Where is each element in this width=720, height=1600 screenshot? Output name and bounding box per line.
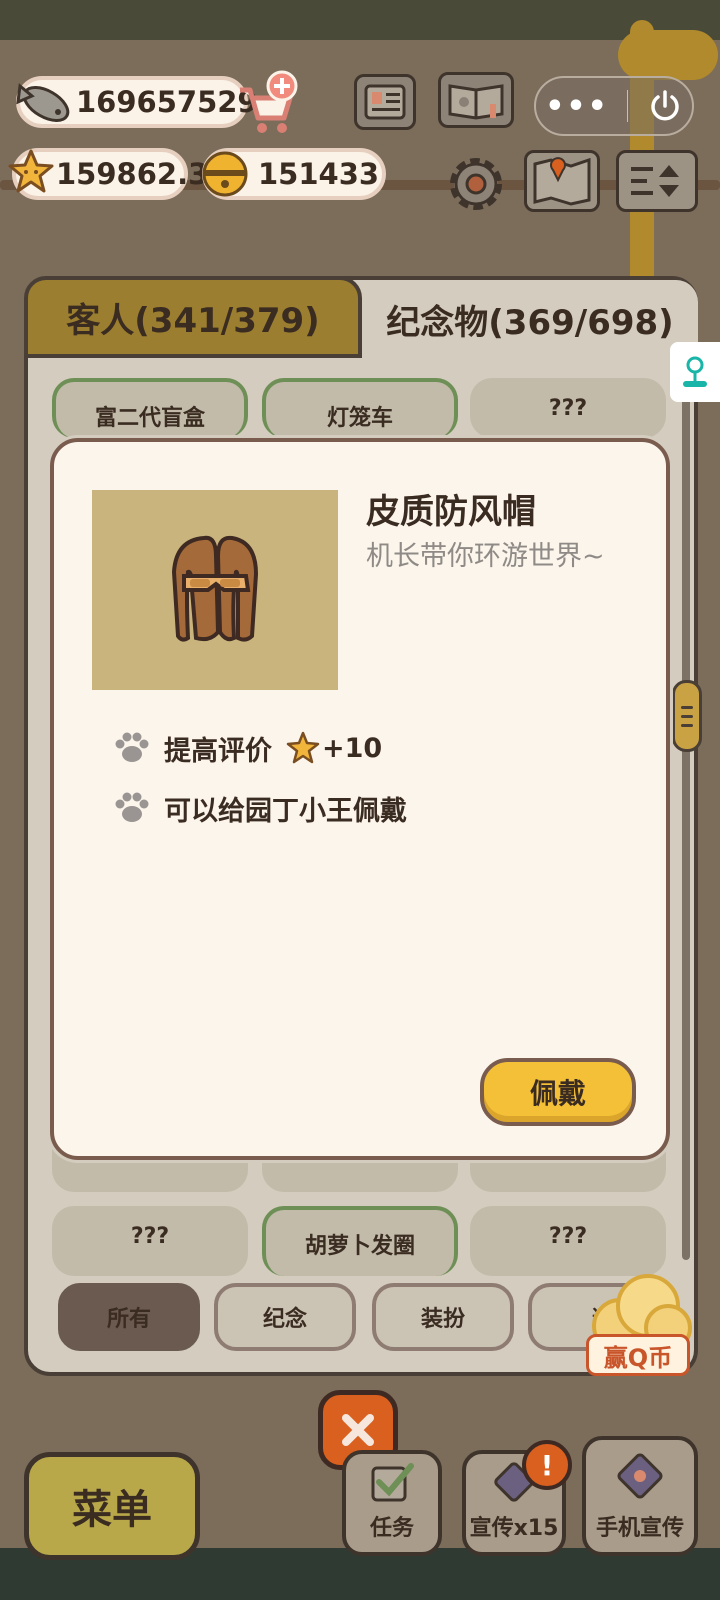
gear-icon[interactable] xyxy=(444,152,508,216)
scroll-handle[interactable] xyxy=(672,680,702,752)
grid-card-label: ??? xyxy=(548,396,588,421)
promo-label: 宣传x15 xyxy=(469,1516,559,1541)
grid-card[interactable]: 灯笼车 xyxy=(262,378,458,438)
grid-card[interactable]: 胡萝卜发圈 xyxy=(262,1206,458,1276)
item-thumbnail xyxy=(92,490,338,690)
mini-program-capsule: ••• xyxy=(534,76,694,136)
star-icon xyxy=(286,731,320,764)
tasks-button[interactable]: 任务 xyxy=(342,1450,442,1556)
book-icon xyxy=(448,84,504,120)
paw-icon xyxy=(115,792,149,822)
filter-costume[interactable]: 装扮 xyxy=(372,1283,514,1351)
notebook-button[interactable] xyxy=(354,74,416,130)
close-icon xyxy=(342,1414,374,1446)
background-rope-knot xyxy=(618,30,718,80)
status-bar-bg xyxy=(0,0,720,40)
star-icon xyxy=(8,149,54,193)
map-button[interactable] xyxy=(524,150,600,212)
map-icon xyxy=(533,157,591,206)
notebook-icon xyxy=(364,84,406,120)
tasks-label: 任务 xyxy=(369,1516,414,1541)
grid-card[interactable]: 富二代盲盒 xyxy=(52,378,248,438)
side-float-widget[interactable] xyxy=(670,342,720,402)
more-icon[interactable]: ••• xyxy=(545,89,609,124)
paw-icon xyxy=(115,732,149,762)
task-check-icon xyxy=(371,1463,414,1502)
item-description: 机长带你环游世界~ xyxy=(366,541,605,572)
cart-plus-icon[interactable] xyxy=(232,70,302,136)
tab-souvenirs[interactable]: 纪念物(369/698) xyxy=(362,280,698,358)
grid-card-label: 胡萝卜发圈 xyxy=(304,1234,415,1259)
win-q-coin-label[interactable]: 赢Q币 xyxy=(586,1334,690,1376)
fish-icon xyxy=(16,83,70,122)
capsule-divider xyxy=(627,90,629,122)
grid-card-label: 富二代盲盒 xyxy=(94,406,205,431)
item-title: 皮质防风帽 xyxy=(366,492,536,532)
grid-card[interactable]: ??? xyxy=(470,1206,666,1276)
tab-guests[interactable]: 客人(341/379) xyxy=(24,276,362,358)
aviator-cap-icon xyxy=(171,535,259,642)
fish-count: 169657529 xyxy=(76,85,258,119)
grid-card[interactable]: ??? xyxy=(470,378,666,438)
wear-button[interactable]: 佩戴 xyxy=(480,1058,636,1126)
sort-icon xyxy=(631,165,679,197)
grid-card[interactable]: ??? xyxy=(52,1206,248,1276)
notification-badge: ! xyxy=(522,1440,572,1490)
filter-souvenir[interactable]: 纪念 xyxy=(214,1283,356,1351)
menu-button[interactable]: 菜单 xyxy=(24,1452,200,1560)
phone-promo-button[interactable]: 手机宣传 xyxy=(582,1436,698,1556)
effect-wear-text: 可以给园丁小王佩戴 xyxy=(164,795,407,827)
book-button[interactable] xyxy=(438,72,514,128)
star-count: 159862.3 xyxy=(56,157,209,191)
effect-rating-row: 提高评价 +10 xyxy=(112,726,382,770)
grid-card-label: ??? xyxy=(130,1224,170,1249)
bell-icon xyxy=(202,151,248,197)
effect-rating-label: 提高评价 xyxy=(164,735,272,767)
power-icon[interactable] xyxy=(647,88,683,124)
bell-count: 151433 xyxy=(258,157,380,191)
grid-card-label: ??? xyxy=(548,1224,588,1249)
phone-promo-label: 手机宣传 xyxy=(595,1516,684,1541)
sort-button[interactable] xyxy=(616,150,698,212)
effect-rating-value: +10 xyxy=(322,732,383,764)
phone-promo-icon xyxy=(617,1453,663,1499)
filter-all[interactable]: 所有 xyxy=(58,1283,200,1351)
grid-scrollbar[interactable] xyxy=(682,380,690,1260)
joystick-icon xyxy=(683,356,707,387)
effect-wear-row: 可以给园丁小王佩戴 xyxy=(112,786,407,830)
grid-card-label: 灯笼车 xyxy=(326,406,393,431)
